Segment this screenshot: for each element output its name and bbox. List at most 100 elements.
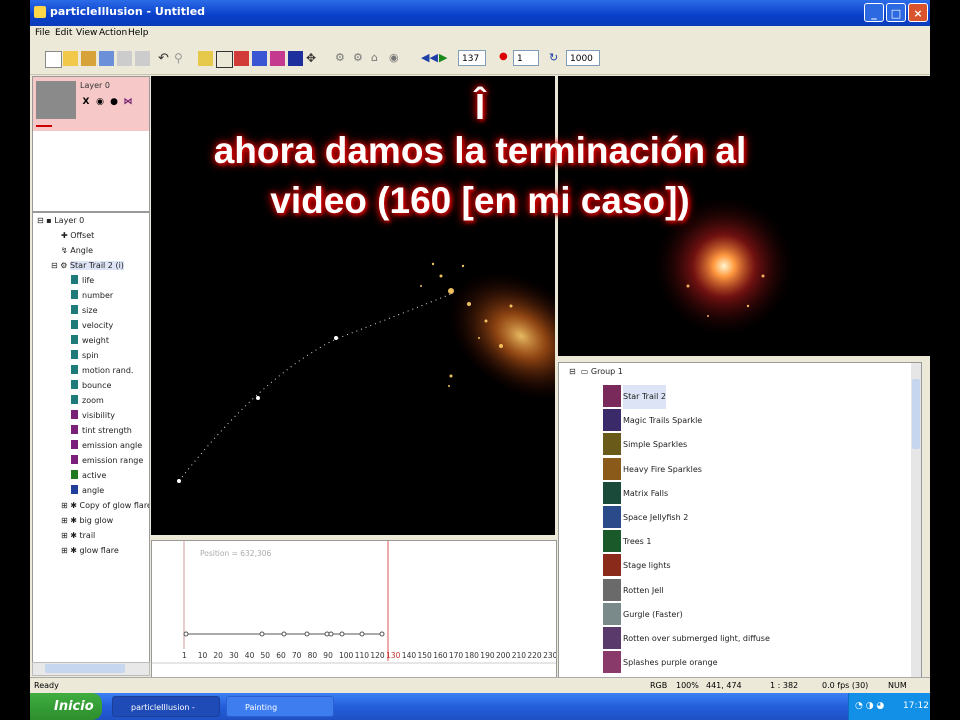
emitter-thumbnail[interactable] [603, 651, 621, 674]
gear-icon[interactable]: ⚙ [335, 51, 350, 66]
close-button[interactable]: × [908, 3, 928, 22]
library-item[interactable]: Gurgle (Faster) [623, 603, 683, 627]
open-icon[interactable] [63, 51, 78, 66]
library-item[interactable]: Simple Sparkles [623, 433, 687, 457]
emitter-thumbnail[interactable] [603, 578, 621, 601]
tree-emitter[interactable]: ⊟ ⚙ Star Trail 2 (i) [51, 259, 124, 273]
tree-offset[interactable]: ✚ Offset [61, 229, 94, 243]
pointer-icon[interactable]: ✥ [306, 51, 321, 66]
emit-input[interactable]: 1 [513, 50, 539, 66]
library-item[interactable]: Stage lights [623, 554, 671, 578]
emitter-thumbnail[interactable] [603, 530, 621, 553]
tree-child-label: trail [79, 531, 96, 540]
cut-icon[interactable] [117, 51, 132, 66]
tree-param[interactable]: motion rand. [71, 364, 133, 378]
brush-pink-icon[interactable] [270, 51, 285, 66]
menu-file[interactable]: File [35, 28, 50, 38]
tree-param[interactable]: visibility [71, 409, 115, 423]
tree-child-emitter[interactable]: ⊞ ✱ Copy of glow flare [61, 499, 149, 513]
rewind-icon[interactable]: ◀◀ [421, 51, 438, 66]
tree-param-label: bounce [82, 381, 112, 390]
stop-icon[interactable]: ◉ [389, 51, 404, 66]
library-item[interactable]: Trees 1 [623, 530, 651, 554]
task-particleillusion[interactable]: particleIllusion - Untitled [112, 696, 220, 717]
emitter-thumbnail[interactable] [603, 385, 621, 407]
tray-icons[interactable]: ◔ ◑ ◕ [855, 701, 884, 711]
tree-param[interactable]: active [71, 469, 106, 483]
tree-param[interactable]: weight [71, 334, 109, 348]
tree-scrollbar[interactable] [32, 662, 150, 676]
tree-param[interactable]: life [71, 274, 94, 288]
library-group[interactable]: ⊟ ▭ Group 1 [569, 365, 623, 379]
undo-icon[interactable]: ↶ [158, 51, 173, 66]
start-button[interactable]: Inicio [30, 693, 102, 720]
brush-blue-icon[interactable] [252, 51, 267, 66]
path-node[interactable] [177, 479, 181, 483]
ruler-tick-label: 130 [386, 651, 401, 660]
library-item[interactable]: Magic Trails Sparkle [623, 409, 702, 433]
lock-icon[interactable]: ⌂ [371, 51, 386, 66]
menu-help[interactable]: Help [128, 28, 149, 38]
tree-param[interactable]: size [71, 304, 98, 318]
emitter-thumbnail[interactable] [603, 481, 621, 504]
tree-param[interactable]: bounce [71, 379, 111, 393]
library-item[interactable]: Rotten Jell [623, 579, 664, 603]
path-node[interactable] [334, 336, 338, 340]
menu-edit[interactable]: Edit [55, 28, 72, 38]
emitter-thumbnail[interactable] [603, 409, 621, 432]
maximize-button[interactable]: □ [886, 3, 906, 22]
ruler-tick-label: 110 [354, 651, 370, 660]
title-bar[interactable]: particleIllusion - Untitled _ □ × [30, 0, 930, 26]
emitter-thumbnail[interactable] [603, 554, 621, 577]
zoom-input[interactable]: 1000 [566, 50, 600, 66]
loop-icon[interactable]: ↻ [549, 51, 564, 66]
play-icon[interactable]: ▶ [439, 51, 454, 66]
tree-child-emitter[interactable]: ⊞ ✱ trail [61, 529, 95, 543]
open-folder-icon[interactable] [81, 51, 96, 66]
menu-view[interactable]: View [76, 28, 97, 38]
emitter-thumbnail[interactable] [603, 602, 621, 625]
tree-param[interactable]: tint strength [71, 424, 132, 438]
frame-input[interactable]: 137 [458, 50, 486, 66]
new-icon[interactable] [45, 51, 62, 68]
tree-param[interactable]: angle [71, 484, 104, 498]
library-scrollbar[interactable] [911, 363, 921, 677]
tree-param[interactable]: zoom [71, 394, 104, 408]
motion-path[interactable] [178, 293, 452, 482]
search-icon[interactable]: ⚲ [174, 51, 189, 66]
library-item[interactable]: Matrix Falls [623, 482, 668, 506]
library-item[interactable]: Splashes purple orange [623, 651, 718, 675]
timeline-graph[interactable]: Position = 632,306 1 10 20 30 40 50 60 70 80 90 10… [151, 540, 557, 678]
emitter-thumbnail[interactable] [603, 506, 621, 528]
scroll-thumb[interactable] [912, 379, 920, 449]
tree-param[interactable]: emission range [71, 454, 143, 468]
menu-action[interactable]: Action [99, 28, 127, 38]
library-item[interactable]: Space Jellyfish 2 [623, 506, 688, 530]
tree-param[interactable]: velocity [71, 319, 113, 333]
minimize-button[interactable]: _ [864, 3, 884, 22]
tree-child-emitter[interactable]: ⊞ ✱ big glow [61, 514, 113, 528]
emitter-thumbnail[interactable] [603, 433, 621, 456]
tree-param[interactable]: number [71, 289, 113, 303]
library-item[interactable]: Heavy Fire Sparkles [623, 458, 702, 482]
emitter-thumbnail[interactable] [603, 627, 621, 649]
library-item[interactable]: Star Trail 2 [623, 385, 666, 409]
path-node[interactable] [256, 396, 260, 400]
emitter-icon[interactable] [288, 51, 303, 66]
tree-param[interactable]: spin [71, 349, 99, 363]
settings-icon[interactable]: ⚙ [353, 51, 368, 66]
tree-angle[interactable]: ↯ Angle [61, 244, 93, 258]
save-icon[interactable] [99, 51, 114, 66]
scroll-thumb[interactable] [45, 664, 125, 673]
tree-child-emitter[interactable]: ⊞ ✱ glow flare [61, 544, 119, 558]
record-icon[interactable]: ● [499, 51, 514, 66]
brush-red-icon[interactable] [234, 51, 249, 66]
library-item[interactable]: Rotten over submerged light, diffuse [623, 627, 770, 651]
emitter-thumbnail[interactable] [603, 457, 621, 480]
copy-icon[interactable] [135, 51, 150, 66]
tree-param-label: emission range [82, 456, 144, 465]
task-painting[interactable]: Painting [226, 696, 334, 717]
pen-icon[interactable] [198, 51, 213, 66]
tree-param[interactable]: emission angle [71, 439, 142, 453]
select-icon[interactable] [216, 51, 233, 68]
